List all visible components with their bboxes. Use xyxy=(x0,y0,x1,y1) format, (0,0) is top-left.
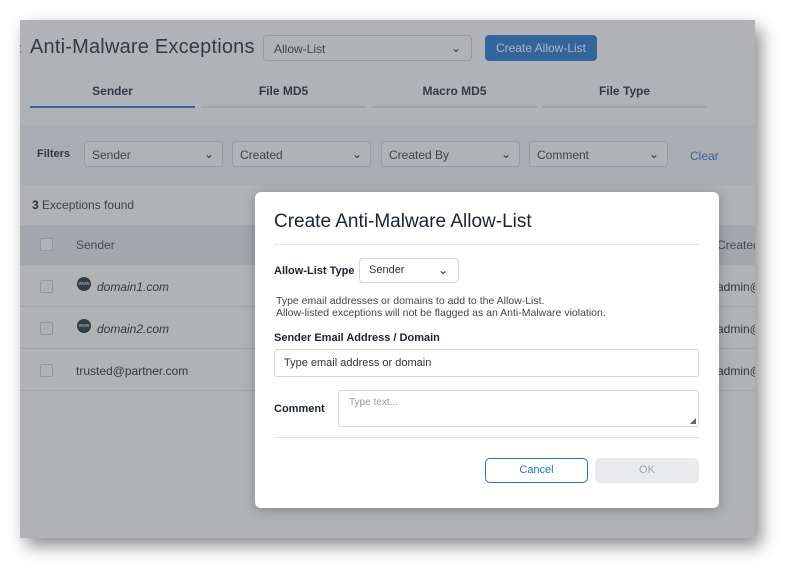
help-text-line: Allow-listed exceptions will not be flag… xyxy=(276,307,606,319)
email-label: Sender Email Address / Domain xyxy=(274,332,440,344)
dialog-title: Create Anti-Malware Allow-List xyxy=(274,211,532,232)
ok-button[interactable]: OK xyxy=(595,458,699,483)
create-allow-list-dialog: Create Anti-Malware Allow-List Allow-Lis… xyxy=(255,192,719,508)
allow-list-type-label: Allow-List Type xyxy=(274,265,355,277)
help-text: Type email addresses or domains to add t… xyxy=(276,295,606,319)
chevron-down-icon: ⌄ xyxy=(437,263,448,277)
comment-placeholder: Type text... xyxy=(349,397,398,408)
divider xyxy=(274,244,699,245)
email-domain-input[interactable]: Type email address or domain xyxy=(274,349,699,377)
comment-label: Comment xyxy=(274,403,325,415)
allow-list-type-select[interactable]: Sender ⌄ xyxy=(359,258,459,283)
cancel-button[interactable]: Cancel xyxy=(485,458,588,483)
allow-list-type-value: Sender xyxy=(369,264,405,276)
divider xyxy=(274,437,699,438)
help-text-line: Type email addresses or domains to add t… xyxy=(276,295,545,307)
comment-textarea[interactable]: Type text... ◢ xyxy=(338,390,699,427)
resize-handle-icon[interactable]: ◢ xyxy=(690,416,696,425)
app-window: ‹ Anti-Malware Exceptions Allow-List ⌄ C… xyxy=(20,20,755,538)
